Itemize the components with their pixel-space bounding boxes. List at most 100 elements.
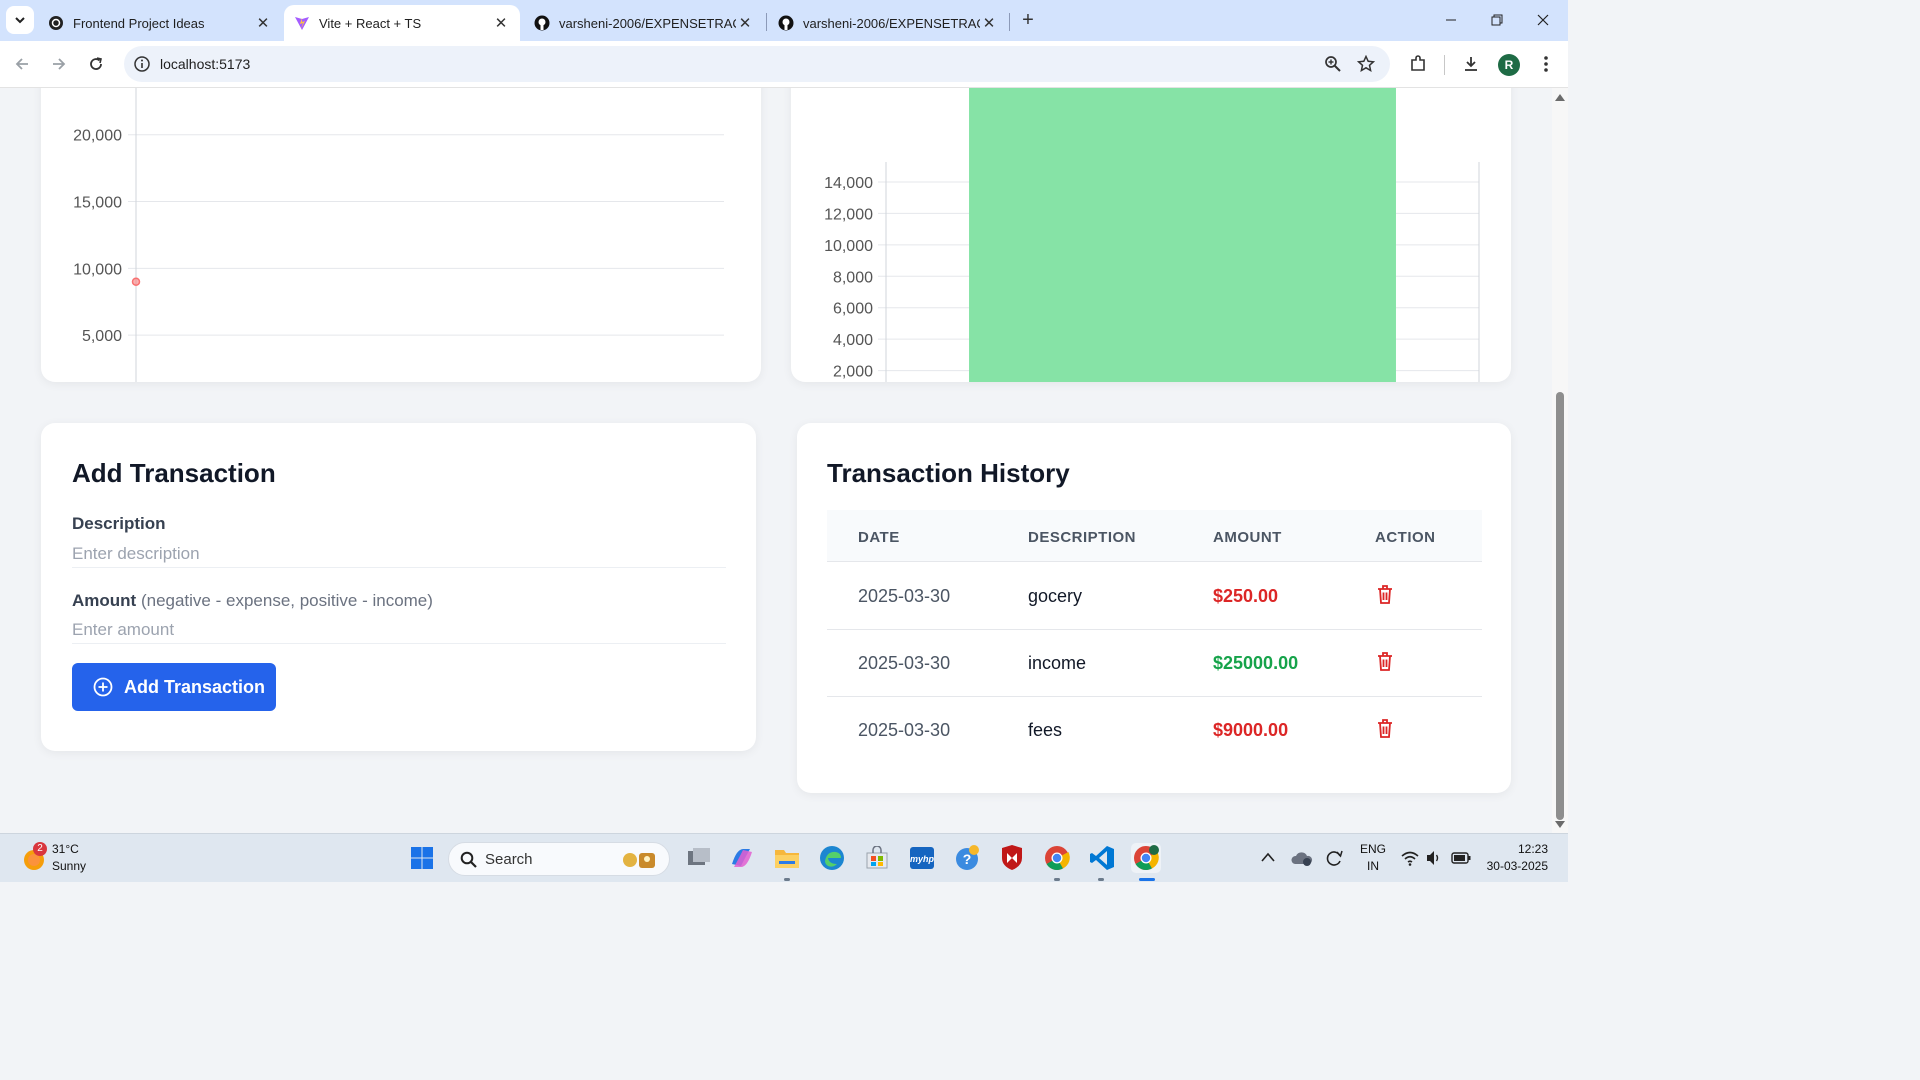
close-tab-icon[interactable]: ✕ [736,14,754,32]
tab-title: Vite + React + TS [319,15,422,31]
download-icon [1465,57,1477,71]
scroll-down-arrow[interactable] [1555,821,1565,828]
edge-button[interactable] [817,843,847,873]
plus-circle-icon [93,677,113,697]
task-view-icon [688,848,710,865]
y-tick-label: 5,000 [82,328,122,345]
balance-line-chart: 05,00010,00015,00020,000 2025-03-30 [73,88,724,382]
new-tab-button[interactable]: + [1016,8,1040,32]
arrow-right-icon [53,58,66,70]
get-help-button[interactable]: ? [952,843,982,873]
onedrive-sync-icon[interactable] [1291,849,1313,867]
minimize-button[interactable] [1428,0,1474,40]
close-tab-icon[interactable]: ✕ [254,14,272,32]
chrome-profile-button[interactable] [1131,843,1161,873]
copilot-button[interactable] [727,843,757,873]
info-icon[interactable] [133,55,151,73]
taskbar-active-indicator [1139,878,1155,881]
tab-title: Frontend Project Ideas [73,15,205,31]
myhp-button[interactable]: myhp [907,843,937,873]
tab-frontend-ideas[interactable]: Frontend Project Ideas ✕ [38,5,282,41]
arrow-left-icon [15,58,28,70]
y-tick-label: 10,000 [824,238,873,255]
weather-badge: 2 [33,842,47,856]
chrome-button[interactable] [1042,843,1072,873]
tab-github-1[interactable]: varsheni-2006/EXPENSETRACKER ✕ [524,5,764,41]
weather-widget[interactable]: 2 31°C Sunny [22,842,102,876]
clock-time[interactable]: 12:23 [1486,842,1548,856]
y-tick-label: 10,000 [73,261,122,278]
reload-button[interactable] [82,50,110,78]
description-input[interactable] [72,540,726,568]
start-button[interactable] [407,843,437,873]
language-indicator[interactable]: ENG [1359,842,1387,856]
add-transaction-button[interactable]: Add Transaction [72,663,276,711]
income-bar-chart-card: 02,0004,0006,0008,00010,00012,00014,000 … [791,88,1511,382]
row-amount: $250.00 [1213,586,1279,606]
windows-logo-icon [411,847,433,869]
task-view-button[interactable] [684,843,714,873]
store-icon [866,846,888,869]
openai-icon [48,15,64,31]
tab-vite-react[interactable]: Vite + React + TS ✕ [284,5,520,41]
browser-menu-button[interactable] [1532,50,1560,78]
page-scrollbar[interactable] [1552,88,1568,833]
weather-temperature: 31°C [52,842,79,856]
scrollbar-thumb[interactable] [1556,392,1564,820]
chevron-up-icon[interactable] [1261,852,1275,862]
bookmark-star-icon[interactable] [1357,55,1375,73]
puzzle-icon [1411,55,1425,71]
taskbar-search[interactable]: Search [448,842,670,876]
svg-text:?: ? [963,851,972,867]
more-vertical-icon [1544,56,1548,72]
close-window-button[interactable] [1520,0,1566,40]
row-description: fees [1028,720,1063,740]
table-row: 2025-03-30 gocery $250.00 [827,563,1482,630]
battery-icon[interactable] [1451,852,1471,864]
chevron-down-icon [15,17,25,24]
tab-separator [766,13,767,31]
row-date: 2025-03-30 [858,586,951,606]
restore-button[interactable] [1474,0,1520,40]
vscode-button[interactable] [1087,843,1117,873]
tab-github-2[interactable]: varsheni-2006/EXPENSETRACKER ✕ [768,5,1008,41]
zoom-icon[interactable] [1324,55,1342,73]
description-label: Description [72,514,166,534]
volume-icon[interactable] [1426,850,1442,866]
delete-trash-icon[interactable] [1375,650,1395,672]
microsoft-store-button[interactable] [862,843,892,873]
delete-trash-icon[interactable] [1375,717,1395,739]
update-icon[interactable] [1324,848,1344,868]
add-transaction-title: Add Transaction [72,458,276,488]
y-tick-label: 20,000 [73,128,122,145]
back-button[interactable] [8,50,36,78]
wifi-icon[interactable] [1401,850,1419,866]
scroll-up-arrow[interactable] [1555,94,1565,101]
profile-avatar[interactable]: R [1498,54,1520,76]
amount-label: Amount (negative - expense, positive - i… [72,591,433,611]
reload-icon [90,57,102,70]
downloads-button[interactable] [1457,50,1485,78]
tab-strip: Frontend Project Ideas ✕ Vite + React + … [0,0,1568,41]
edge-icon [820,846,844,870]
file-explorer-button[interactable] [772,843,802,873]
tab-search-button[interactable] [6,6,34,34]
close-tab-icon[interactable]: ✕ [980,14,998,32]
clock-date[interactable]: 30-03-2025 [1480,859,1548,873]
row-date: 2025-03-30 [858,720,951,740]
toolbar-separator [1444,55,1445,75]
delete-trash-icon[interactable] [1375,583,1395,605]
address-bar[interactable]: localhost:5173 [124,46,1390,82]
region-indicator[interactable]: IN [1359,859,1387,873]
transaction-history-title: Transaction History [827,458,1070,488]
forward-button[interactable] [45,50,73,78]
mcafee-button[interactable] [997,843,1027,873]
windows-taskbar: 2 31°C Sunny Search myhp ? ENG IN 12:23 … [0,833,1568,882]
column-header-description: DESCRIPTION [1028,529,1137,546]
amount-input[interactable] [72,616,726,644]
close-tab-icon[interactable]: ✕ [492,14,510,32]
extensions-button[interactable] [1404,50,1432,78]
copilot-icon [732,848,752,868]
amount-label-text: Amount [72,591,137,610]
y-tick-label: 14,000 [824,175,873,192]
